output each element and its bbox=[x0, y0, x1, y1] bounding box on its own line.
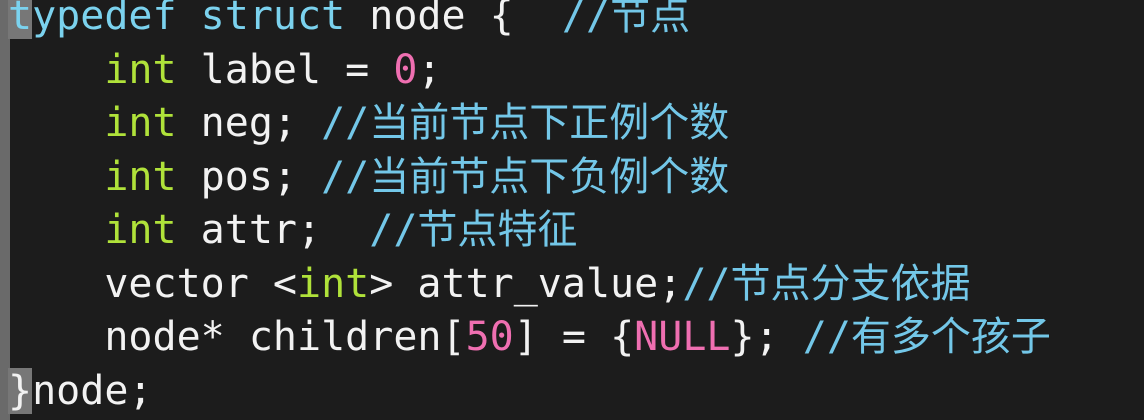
text-cursor: t bbox=[8, 0, 33, 39]
code-line-8: }node; bbox=[8, 365, 1051, 419]
type-keyword: int bbox=[296, 260, 370, 307]
member-declaration: attr; bbox=[176, 207, 370, 253]
code-line-6: vector <int> attr_value;//节点分支依据 bbox=[8, 258, 1051, 312]
code-line-2: int label = 0; bbox=[8, 44, 1051, 98]
code-editor[interactable]: typedef struct node { //节点 int label = 0… bbox=[0, 0, 1144, 420]
type-keyword: int bbox=[104, 207, 177, 253]
typedef-name: node; bbox=[32, 367, 153, 414]
code-line-5: int attr; //节点特征 bbox=[8, 204, 1051, 258]
initializer-close: }; bbox=[730, 314, 803, 360]
template-open: vector < bbox=[104, 260, 297, 307]
code-line-1: typedef struct node { //节点 bbox=[8, 0, 1051, 44]
member-declaration: neg; bbox=[176, 100, 322, 146]
comment: //当前节点下正例个数 bbox=[321, 100, 730, 146]
comment: //当前节点下负例个数 bbox=[321, 153, 730, 200]
member-declaration: > attr_value; bbox=[369, 260, 683, 307]
comment: //节点 bbox=[537, 0, 691, 39]
array-declaration: node* children[ bbox=[104, 314, 466, 360]
member-declaration: pos; bbox=[176, 153, 322, 200]
code-line-3: int neg; //当前节点下正例个数 bbox=[8, 97, 1051, 151]
type-keyword: int bbox=[104, 100, 177, 146]
member-declaration: label = bbox=[176, 46, 394, 93]
type-keyword: int bbox=[104, 46, 177, 93]
number-literal: 0 bbox=[393, 46, 418, 93]
type-keyword: int bbox=[104, 153, 177, 200]
comment: //有多个孩子 bbox=[802, 314, 1051, 360]
comment: //节点特征 bbox=[369, 207, 578, 253]
code-block[interactable]: typedef struct node { //节点 int label = 0… bbox=[8, 0, 1051, 418]
keyword-typedef-struct: ypedef struct bbox=[32, 0, 346, 39]
number-literal: 50 bbox=[465, 314, 514, 360]
semicolon: ; bbox=[417, 46, 442, 93]
initializer-open: ] = { bbox=[513, 314, 635, 360]
code-line-4: int pos; //当前节点下负例个数 bbox=[8, 151, 1051, 205]
code-line-7: node* children[50] = {NULL}; //有多个孩子 bbox=[8, 311, 1051, 365]
comment: //节点分支依据 bbox=[682, 260, 971, 307]
closing-brace: } bbox=[8, 367, 33, 414]
struct-name: node { bbox=[345, 0, 538, 39]
null-constant: NULL bbox=[634, 314, 731, 360]
